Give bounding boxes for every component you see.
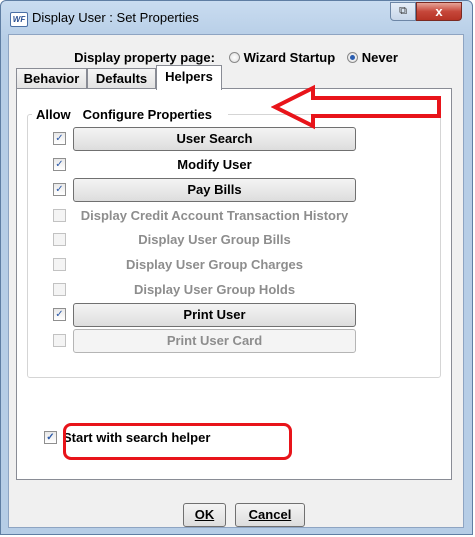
radio-wizard-startup[interactable] xyxy=(228,52,240,63)
close-button[interactable]: x xyxy=(416,2,462,21)
helper-allow-checkbox[interactable]: ✓ xyxy=(53,158,66,171)
restore-button[interactable]: ⧉ xyxy=(390,2,416,21)
helper-allow-checkbox[interactable]: ✓ xyxy=(53,132,66,145)
cancel-button[interactable]: Cancel xyxy=(235,503,305,527)
helper-label: Modify User xyxy=(177,157,252,172)
helper-row: ✓ Pay Bills xyxy=(28,178,440,202)
radio-never[interactable] xyxy=(346,52,358,63)
search-helper-checkbox[interactable]: ✓ xyxy=(44,431,57,444)
helper-configure-button[interactable]: Print User Card xyxy=(73,329,356,353)
helper-row: ✓ Modify User xyxy=(28,153,440,177)
tab-behavior[interactable]: Behavior xyxy=(16,68,87,88)
group-header: Allow Configure Properties xyxy=(32,107,228,122)
property-page-row: Display property page: Wizard Startup Ne… xyxy=(9,50,463,65)
configure-header: Configure Properties xyxy=(82,107,212,122)
radio-never-label[interactable]: Never xyxy=(362,50,398,65)
helper-configure-button[interactable]: Print User xyxy=(73,303,356,327)
helper-allow-checkbox[interactable] xyxy=(53,334,66,347)
title-bar[interactable]: WF Display User : Set Properties ⧉ x xyxy=(1,1,472,35)
helper-allow-checkbox[interactable] xyxy=(53,258,66,271)
helper-row: ✓ Print User xyxy=(28,303,440,327)
annotation-highlight-box xyxy=(63,423,292,460)
annotation-arrow xyxy=(271,84,441,130)
helper-row: Display Credit Account Transaction Histo… xyxy=(28,204,440,228)
helper-row: Display User Group Bills xyxy=(28,228,440,252)
helper-label: Display User Group Bills xyxy=(138,232,291,247)
helper-label: Display User Group Charges xyxy=(126,257,303,272)
radio-wizard-startup-label[interactable]: Wizard Startup xyxy=(244,50,336,65)
helper-label: Display Credit Account Transaction Histo… xyxy=(80,208,349,223)
helper-allow-checkbox[interactable] xyxy=(53,283,66,296)
ok-button[interactable]: OK xyxy=(183,503,226,527)
helper-row: ✓ User Search xyxy=(28,127,440,151)
tab-helpers[interactable]: Helpers xyxy=(156,65,222,90)
helper-row: Print User Card xyxy=(28,329,440,353)
helper-allow-checkbox[interactable]: ✓ xyxy=(53,183,66,196)
window-title: Display User : Set Properties xyxy=(32,10,199,25)
tab-defaults[interactable]: Defaults xyxy=(87,68,156,88)
helper-allow-checkbox[interactable] xyxy=(53,209,66,222)
helper-label: Display User Group Holds xyxy=(133,282,296,297)
helper-allow-checkbox[interactable]: ✓ xyxy=(53,308,66,321)
helper-row: Display User Group Charges xyxy=(28,253,440,277)
helper-allow-checkbox[interactable] xyxy=(53,233,66,246)
app-icon: WF xyxy=(10,12,28,27)
helper-configure-button[interactable]: User Search xyxy=(73,127,356,151)
allow-header: Allow xyxy=(36,107,71,122)
property-page-label: Display property page: xyxy=(74,50,215,65)
helper-configure-button[interactable]: Pay Bills xyxy=(73,178,356,202)
helper-row: Display User Group Holds xyxy=(28,278,440,302)
helpers-panel: Allow Configure Properties ✓ User Search ✓ M… xyxy=(16,88,452,480)
helpers-group: Allow Configure Properties ✓ User Search ✓ M… xyxy=(27,107,441,378)
